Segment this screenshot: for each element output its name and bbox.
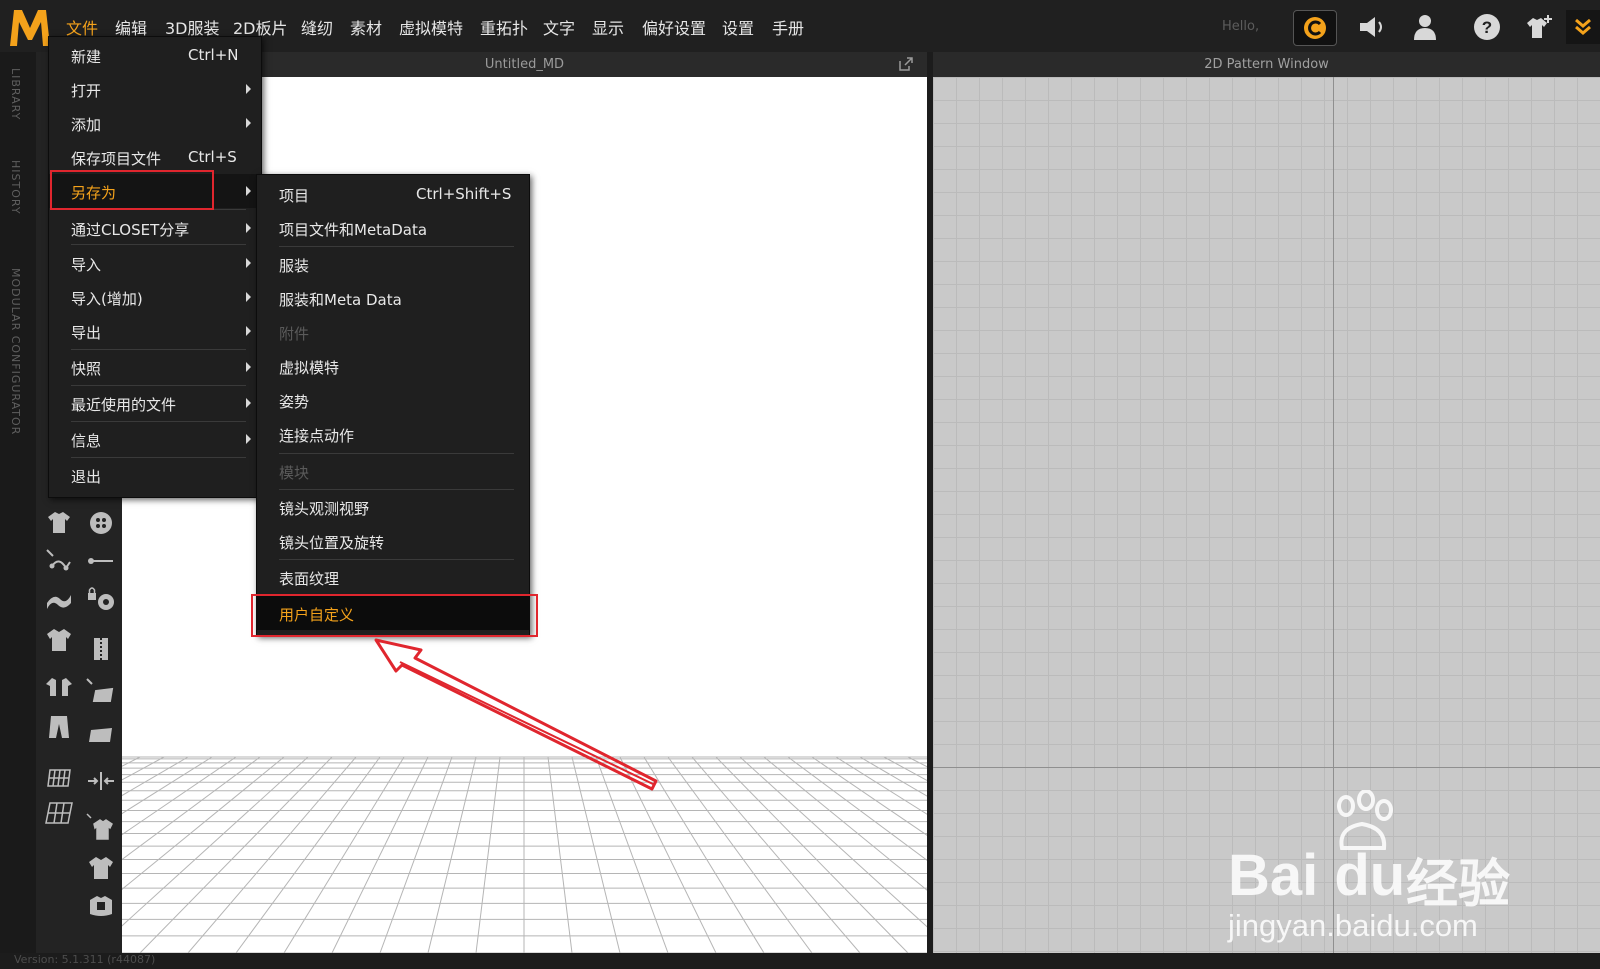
save-as-submenu: 项目 Ctrl+Shift+S 项目文件和MetaData 服装 服装和Meta … xyxy=(256,174,530,636)
submenu-arrow-icon xyxy=(246,258,251,268)
plane-tool-icon[interactable] xyxy=(86,720,116,750)
highlight-box-save-as xyxy=(50,170,214,210)
watermark-url: jingyan.baidu.com xyxy=(1228,908,1478,943)
button-tool-icon[interactable] xyxy=(86,508,116,538)
menu-item-recent-files[interactable]: 最近使用的文件 xyxy=(49,386,261,420)
pants-icon[interactable] xyxy=(44,712,74,742)
menu-item-info[interactable]: 信息 xyxy=(49,422,261,456)
svg-text:?: ? xyxy=(1482,18,1492,37)
baidu-watermark: Bai du 经验 jingyan.baidu.com xyxy=(1228,790,1528,943)
menu-item-add[interactable]: 添加 xyxy=(49,106,261,140)
hello-text: Hello, xyxy=(1222,19,1260,34)
submenu-item-project[interactable]: 项目 Ctrl+Shift+S xyxy=(257,177,529,211)
shortcut-new: Ctrl+N xyxy=(188,46,239,64)
file-menu: 新建 Ctrl+N 打开 添加 保存项目文件 Ctrl+S 另存为 通过CLOSET… xyxy=(48,36,262,498)
expand-chevron-icon[interactable] xyxy=(1566,10,1600,44)
shirt-sim-icon[interactable] xyxy=(44,624,74,654)
zipper-tool-icon[interactable] xyxy=(86,634,116,664)
menu-settings[interactable]: 设置 xyxy=(722,15,754,39)
window-2d-title: 2D Pattern Window xyxy=(1204,57,1329,72)
lock-button-icon[interactable] xyxy=(86,585,116,615)
menu-separator xyxy=(71,244,246,245)
shirt-add-icon[interactable] xyxy=(1522,10,1556,44)
tab-modular-configurator[interactable]: MODULAR CONFIGURATOR xyxy=(9,268,22,435)
menu-display[interactable]: 显示 xyxy=(592,15,624,39)
menu-item-import-add[interactable]: 导入(增加) xyxy=(49,280,261,314)
closet-logo-icon xyxy=(1304,17,1326,39)
submenu-arrow-icon xyxy=(246,223,251,233)
submenu-arrow-icon xyxy=(246,186,251,196)
watermark-brand: Bai du xyxy=(1228,843,1406,908)
arrange-garment-icon[interactable] xyxy=(44,672,74,702)
shirt-select-icon[interactable] xyxy=(86,812,116,842)
menu-item-new[interactable]: 新建 Ctrl+N xyxy=(49,38,261,72)
submenu-item-camera-position[interactable]: 镜头位置及旋转 xyxy=(257,524,529,558)
menu-materials[interactable]: 素材 xyxy=(350,15,382,39)
fold-tool-icon[interactable] xyxy=(44,585,74,615)
grid-pattern-icon[interactable] xyxy=(44,762,74,792)
garment-tool-icon[interactable] xyxy=(44,507,74,537)
menu-item-save-project[interactable]: 保存项目文件 Ctrl+S xyxy=(49,140,261,174)
user-icon[interactable] xyxy=(1408,10,1442,44)
menu-preferences[interactable]: 偏好设置 xyxy=(642,15,706,39)
shirt-mannequin-icon[interactable] xyxy=(86,890,116,920)
menu-item-snapshot[interactable]: 快照 xyxy=(49,350,261,384)
submenu-arrow-icon xyxy=(246,362,251,372)
tab-history[interactable]: HISTORY xyxy=(9,160,22,215)
x-axis-line xyxy=(933,767,1600,768)
menu-text[interactable]: 文字 xyxy=(543,15,575,39)
submenu-item-attachment: 附件 xyxy=(279,325,310,343)
menu-item-exit[interactable]: 退出 xyxy=(49,458,261,492)
menu-item-import[interactable]: 导入 xyxy=(49,246,261,280)
submenu-item-camera-fov[interactable]: 镜头观测视野 xyxy=(257,490,529,524)
help-icon[interactable]: ? xyxy=(1470,10,1504,44)
submenu-arrow-icon xyxy=(246,434,251,444)
version-text: Version: 5.1.311 (r44087) xyxy=(14,953,156,966)
menu-manual[interactable]: 手册 xyxy=(772,15,804,39)
submenu-arrow-icon xyxy=(246,398,251,408)
edit-curve-icon[interactable] xyxy=(44,546,74,576)
submenu-arrow-icon xyxy=(246,118,251,128)
shortcut-save: Ctrl+S xyxy=(188,148,237,166)
select-pattern-icon[interactable] xyxy=(86,677,116,707)
status-bar: Version: 5.1.311 (r44087) xyxy=(0,953,1600,969)
speaker-icon[interactable] xyxy=(1356,10,1390,44)
submenu-arrow-icon xyxy=(246,326,251,336)
submenu-item-project-metadata[interactable]: 项目文件和MetaData xyxy=(257,211,529,245)
md-logo-icon[interactable] xyxy=(8,6,52,48)
submenu-item-texture[interactable]: 表面纹理 xyxy=(257,560,529,594)
submenu-arrow-icon xyxy=(246,292,251,302)
submenu-item-module: 模块 xyxy=(279,464,310,482)
watermark-brand-cn: 经验 xyxy=(1406,855,1511,915)
shortcut-save-as: Ctrl+Shift+S xyxy=(416,185,512,203)
window-2d-titlebar: 2D Pattern Window xyxy=(933,52,1600,78)
submenu-arrow-icon xyxy=(246,84,251,94)
tab-library[interactable]: LIBRARY xyxy=(9,68,22,120)
submenu-item-garment[interactable]: 服装 xyxy=(257,247,529,281)
highlight-box-user-defined xyxy=(251,594,538,637)
menu-item-share-closet[interactable]: 通过CLOSET分享 xyxy=(49,211,261,245)
menu-item-open[interactable]: 打开 xyxy=(49,72,261,106)
line-tool-icon[interactable] xyxy=(86,546,116,576)
closet-button[interactable] xyxy=(1293,10,1337,46)
submenu-item-garment-metadata[interactable]: 服装和Meta Data xyxy=(257,281,529,315)
popout-icon[interactable] xyxy=(899,57,913,71)
submenu-item-joint-motion[interactable]: 连接点动作 xyxy=(257,417,529,451)
menu-avatar[interactable]: 虚拟模特 xyxy=(399,15,463,39)
menu-retopology[interactable]: 重拓扑 xyxy=(480,15,528,39)
submenu-item-avatar[interactable]: 虚拟模特 xyxy=(257,349,529,383)
grid-pattern-2-icon[interactable] xyxy=(44,797,74,827)
shirt-pin-icon[interactable] xyxy=(86,852,116,882)
menu-item-export[interactable]: 导出 xyxy=(49,314,261,348)
side-tab-strip: LIBRARY HISTORY MODULAR CONFIGURATOR xyxy=(0,52,36,953)
submenu-item-pose[interactable]: 姿势 xyxy=(257,383,529,417)
tack-tool-icon[interactable] xyxy=(86,766,116,796)
menu-sewing[interactable]: 缝纫 xyxy=(301,15,333,39)
